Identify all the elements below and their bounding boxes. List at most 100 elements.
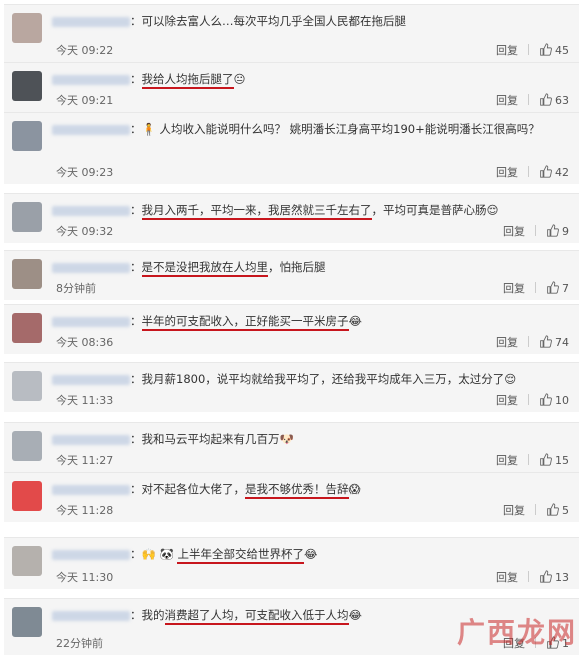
- comment-body: ：我和马云平均起来有几百万🐶: [52, 429, 569, 449]
- username-blurred[interactable]: [52, 74, 130, 85]
- comment-item: ：我给人均拖后腿了😐 今天 09:21 回复 63: [4, 62, 579, 112]
- comment-text-pre: ：🧍 人均收入能说明什么吗？ 姚明潘长江身高平均190+能说明潘长江很高吗？: [130, 122, 540, 136]
- comment-body: ：可以除去富人么…每次平均几乎全国人民都在拖后腿: [52, 11, 569, 31]
- comment-actions: 回复 74: [496, 334, 569, 350]
- avatar[interactable]: [12, 431, 42, 461]
- divider: [535, 225, 536, 236]
- comment-text-pre: ：我月薪1800，说平均就给我平均了，还给我平均成年入三万，太过分了: [130, 372, 505, 386]
- divider: [528, 94, 529, 105]
- comment-text-underlined: 我月入两千，平均一来，我居然就三千左右了: [141, 203, 372, 220]
- avatar[interactable]: [12, 71, 42, 101]
- comment-time: 今天 11:27: [56, 454, 114, 467]
- divider: [528, 44, 529, 55]
- like-count: 5: [562, 504, 569, 517]
- reply-button[interactable]: 回复: [496, 454, 518, 467]
- comment-text-underlined: 上半年全部交给世界杯了: [177, 547, 304, 564]
- emoji-icon: 😂: [348, 608, 362, 622]
- divider: [528, 336, 529, 347]
- like-button[interactable]: 15: [539, 453, 569, 467]
- comment-text-underlined: 是我不够优秀！告辞: [245, 482, 349, 499]
- username-blurred[interactable]: [52, 124, 130, 135]
- avatar[interactable]: [12, 546, 42, 576]
- comment-time: 8分钟前: [56, 282, 96, 295]
- like-button[interactable]: 7: [546, 281, 569, 295]
- emoji-icon: 😱: [348, 482, 361, 496]
- like-button[interactable]: 5: [546, 503, 569, 517]
- comment-text-underlined: 消费超了人均，可支配收入低于人均: [164, 608, 349, 625]
- like-button[interactable]: 9: [546, 224, 569, 238]
- thumb-up-icon: [540, 335, 552, 348]
- comment-text-post: ，怕拖后腿: [268, 260, 326, 274]
- avatar[interactable]: [12, 607, 42, 637]
- username-blurred[interactable]: [52, 484, 130, 495]
- thumb-up-icon: [547, 503, 559, 516]
- like-button[interactable]: 74: [539, 335, 569, 349]
- emoji-icon: 🐶: [279, 432, 294, 446]
- comment-actions: 回复 42: [496, 164, 569, 180]
- avatar[interactable]: [12, 481, 42, 511]
- avatar[interactable]: [12, 121, 42, 151]
- reply-button[interactable]: 回复: [496, 571, 518, 584]
- username-blurred[interactable]: [52, 374, 130, 385]
- thumb-up-icon: [547, 281, 559, 294]
- username-blurred[interactable]: [52, 262, 130, 273]
- reply-button[interactable]: 回复: [503, 504, 525, 517]
- divider: [535, 504, 536, 515]
- comment-text-underlined: 半年的可支配收入，正好能买一平米房子: [141, 314, 349, 331]
- username-blurred[interactable]: [52, 434, 130, 445]
- comment-time: 今天 09:21: [56, 94, 114, 107]
- reply-button[interactable]: 回复: [503, 282, 525, 295]
- avatar[interactable]: [12, 313, 42, 343]
- comment-time: 今天 11:30: [56, 571, 114, 584]
- username-blurred[interactable]: [52, 549, 130, 560]
- comment-text-pre: ：对不起各位大佬了，: [130, 482, 245, 496]
- reply-button[interactable]: 回复: [503, 225, 525, 238]
- watermark-logo: 广西龙网: [456, 616, 577, 649]
- comment-item: ：是不是没把我放在人均里，怕拖后腿 8分钟前 回复 7: [4, 250, 579, 300]
- like-count: 7: [562, 282, 569, 295]
- like-count: 15: [555, 454, 569, 467]
- like-count: 63: [555, 94, 569, 107]
- comment-body: ：是不是没把我放在人均里，怕拖后腿: [52, 257, 569, 277]
- reply-button[interactable]: 回复: [496, 44, 518, 57]
- comment-item: ：对不起各位大佬了，是我不够优秀！告辞😱 今天 11:28 回复 5: [4, 472, 579, 522]
- reply-button[interactable]: 回复: [496, 336, 518, 349]
- username-blurred[interactable]: [52, 16, 130, 27]
- reply-button[interactable]: 回复: [496, 94, 518, 107]
- like-count: 9: [562, 225, 569, 238]
- avatar[interactable]: [12, 13, 42, 43]
- thumb-up-icon: [540, 165, 552, 178]
- comment-text-pre: ：: [130, 72, 142, 86]
- comment-time: 今天 09:23: [56, 166, 114, 179]
- comment-text-pre: ：我和马云平均起来有几百万: [130, 432, 280, 446]
- username-blurred[interactable]: [52, 610, 130, 621]
- avatar[interactable]: [12, 259, 42, 289]
- comment-item: ：可以除去富人么…每次平均几乎全国人民都在拖后腿 今天 09:22 回复 45: [4, 4, 579, 62]
- comment-text-underlined: 我给人均拖后腿了: [141, 72, 234, 89]
- avatar[interactable]: [12, 371, 42, 401]
- like-button[interactable]: 10: [539, 393, 569, 407]
- comment-body: ：我给人均拖后腿了😐: [52, 69, 569, 89]
- like-button[interactable]: 42: [539, 165, 569, 179]
- like-button[interactable]: 45: [539, 43, 569, 57]
- avatar[interactable]: [12, 202, 42, 232]
- like-button[interactable]: 13: [539, 570, 569, 584]
- emoji-icon: 😐: [233, 72, 246, 86]
- like-count: 45: [555, 44, 569, 57]
- username-blurred[interactable]: [52, 316, 130, 327]
- comment-text-pre: ：: [130, 314, 142, 328]
- comment-text-underlined: 是不是没把我放在人均里: [141, 260, 268, 277]
- comment-time: 今天 08:36: [56, 336, 114, 349]
- emoji-icon: 😌: [486, 203, 499, 217]
- comment-text-pre: ：可以除去富人么…每次平均几乎全国人民都在拖后腿: [130, 14, 406, 28]
- like-button[interactable]: 63: [539, 93, 569, 107]
- emoji-icon: 😂: [348, 314, 362, 328]
- thumb-up-icon: [540, 43, 552, 56]
- comment-item: ：我月薪1800，说平均就给我平均了，还给我平均成年入三万，太过分了😌 今天 11…: [4, 362, 579, 412]
- comment-actions: 回复 63: [496, 92, 569, 108]
- comment-actions: 回复 15: [496, 452, 569, 468]
- username-blurred[interactable]: [52, 205, 130, 216]
- reply-button[interactable]: 回复: [496, 166, 518, 179]
- comment-item: ：我和马云平均起来有几百万🐶 今天 11:27 回复 15: [4, 422, 579, 472]
- reply-button[interactable]: 回复: [496, 394, 518, 407]
